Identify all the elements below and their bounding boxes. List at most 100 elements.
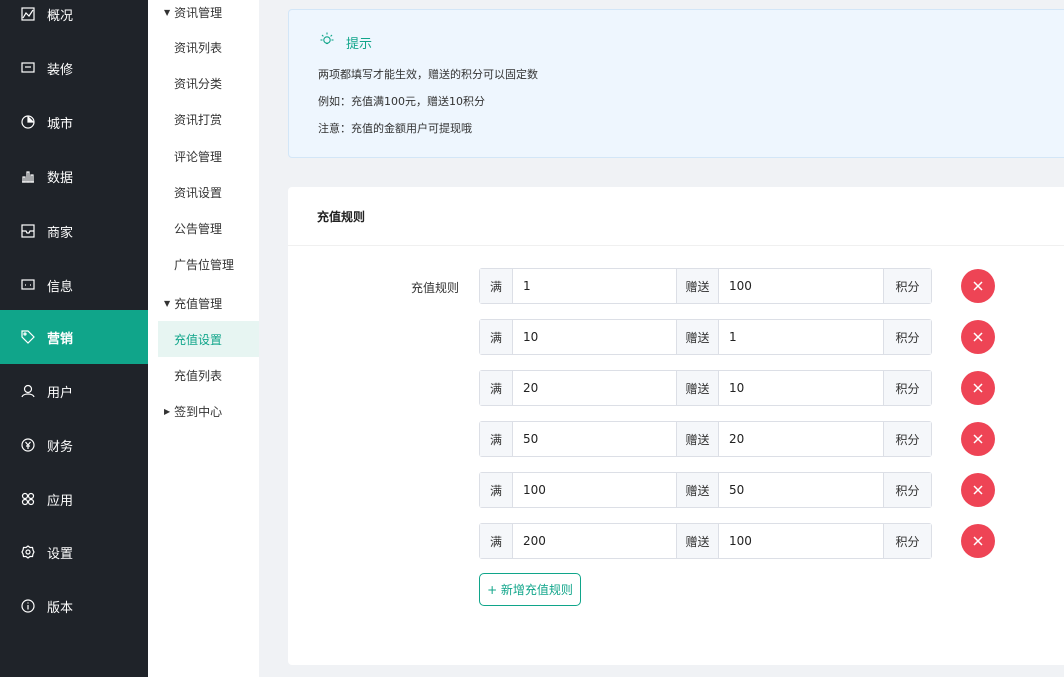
recharge-rules-card: 充值规则 充值规则 满 1 赠送 100 积分 满 10 赠送 1 积分 满 2… bbox=[288, 187, 1064, 665]
tip-line: 例如：充值满100元，赠送10积分 bbox=[318, 95, 485, 108]
submenu-item-label: 广告位管理 bbox=[174, 257, 235, 272]
submenu-item-comment-manage[interactable]: 评论管理 bbox=[158, 138, 259, 174]
delete-rule-button[interactable] bbox=[961, 320, 995, 354]
rule-row: 满 20 赠送 10 积分 bbox=[479, 370, 932, 406]
submenu-group-label: 充值管理 bbox=[174, 297, 223, 311]
submenu-item-recharge-settings[interactable]: 充值设置 bbox=[158, 321, 259, 357]
suffix-addon: 积分 bbox=[883, 320, 931, 354]
sidebar-item-info[interactable]: 信息 bbox=[0, 258, 148, 312]
submenu-group-label: 签到中心 bbox=[174, 405, 223, 419]
submenu-item-label: 评论管理 bbox=[174, 149, 223, 164]
tip-title: 提示 bbox=[346, 36, 373, 52]
rule-row: 满 200 赠送 100 积分 bbox=[479, 523, 932, 559]
sidebar-item-label: 应用 bbox=[47, 493, 74, 509]
main-sidebar: 概况 装修 城市 数据 商家 信息 营销 用户 财务 应用 设置 版本 bbox=[0, 0, 148, 677]
rule-row: 满 50 赠送 20 积分 bbox=[479, 421, 932, 457]
submenu-panel: ▼ 资讯管理 资讯列表 资讯分类 资讯打赏 评论管理 资讯设置 公告管理 广告位… bbox=[148, 0, 259, 677]
sidebar-item-user[interactable]: 用户 bbox=[0, 364, 148, 418]
sidebar-item-finance[interactable]: 财务 bbox=[0, 418, 148, 472]
sidebar-item-version[interactable]: 版本 bbox=[0, 579, 148, 633]
submenu-item-news-reward[interactable]: 资讯打赏 bbox=[158, 101, 259, 137]
close-icon bbox=[973, 281, 983, 291]
submenu-item-news-category[interactable]: 资讯分类 bbox=[158, 65, 259, 101]
add-rule-button[interactable]: + 新增充值规则 bbox=[479, 573, 581, 606]
submenu-item-label: 资讯列表 bbox=[174, 40, 223, 55]
full-amount-input[interactable]: 20 bbox=[513, 371, 676, 405]
sidebar-item-merchant[interactable]: 商家 bbox=[0, 204, 148, 258]
full-amount-input[interactable]: 10 bbox=[513, 320, 676, 354]
give-points-input[interactable]: 10 bbox=[719, 371, 883, 405]
sidebar-item-settings[interactable]: 设置 bbox=[0, 525, 148, 579]
prefix-addon: 满 bbox=[480, 269, 513, 303]
tag-icon bbox=[20, 329, 36, 345]
prefix-addon: 满 bbox=[480, 371, 513, 405]
sidebar-item-overview[interactable]: 概况 bbox=[0, 0, 148, 41]
sidebar-item-label: 装修 bbox=[47, 62, 74, 78]
submenu-item-label: 充值列表 bbox=[174, 368, 223, 383]
caret-down-icon: ▼ bbox=[164, 299, 171, 308]
give-addon: 赠送 bbox=[676, 371, 719, 405]
full-amount-input[interactable]: 50 bbox=[513, 422, 676, 456]
sidebar-item-city[interactable]: 城市 bbox=[0, 95, 148, 149]
suffix-addon: 积分 bbox=[883, 473, 931, 507]
delete-rule-button[interactable] bbox=[961, 371, 995, 405]
delete-rule-button[interactable] bbox=[961, 422, 995, 456]
sidebar-item-label: 财务 bbox=[47, 439, 74, 455]
delete-rule-button[interactable] bbox=[961, 524, 995, 558]
sidebar-item-decoration[interactable]: 装修 bbox=[0, 41, 148, 95]
prefix-addon: 满 bbox=[480, 524, 513, 558]
pie-chart-icon bbox=[20, 114, 36, 130]
close-icon bbox=[973, 332, 983, 342]
sidebar-item-label: 版本 bbox=[47, 600, 74, 616]
suffix-addon: 积分 bbox=[883, 269, 931, 303]
delete-rule-button[interactable] bbox=[961, 269, 995, 303]
submenu-group-recharge[interactable]: ▼ 充值管理 bbox=[164, 295, 222, 312]
sidebar-item-label: 用户 bbox=[47, 385, 74, 401]
sidebar-item-label: 城市 bbox=[47, 116, 74, 132]
delete-rule-button[interactable] bbox=[961, 473, 995, 507]
give-addon: 赠送 bbox=[676, 320, 719, 354]
rules-field-label: 充值规则 bbox=[411, 281, 460, 295]
close-icon bbox=[973, 434, 983, 444]
give-points-input[interactable]: 1 bbox=[719, 320, 883, 354]
caret-right-icon: ▶ bbox=[164, 407, 171, 416]
bar-chart-icon bbox=[20, 168, 36, 184]
full-amount-input[interactable]: 200 bbox=[513, 524, 676, 558]
submenu-item-notice-manage[interactable]: 公告管理 bbox=[158, 210, 259, 246]
submenu-item-ad-manage[interactable]: 广告位管理 bbox=[158, 246, 259, 282]
close-icon bbox=[973, 383, 983, 393]
suffix-addon: 积分 bbox=[883, 371, 931, 405]
submenu-item-label: 资讯打赏 bbox=[174, 112, 223, 127]
sidebar-item-data[interactable]: 数据 bbox=[0, 149, 148, 203]
lightbulb-icon bbox=[318, 31, 336, 53]
submenu-item-label: 资讯设置 bbox=[174, 185, 223, 200]
submenu-item-recharge-list[interactable]: 充值列表 bbox=[158, 357, 259, 393]
full-amount-input[interactable]: 1 bbox=[513, 269, 676, 303]
submenu-group-checkin[interactable]: ▶ 签到中心 bbox=[164, 403, 222, 420]
sidebar-item-label: 营销 bbox=[47, 331, 74, 347]
message-icon bbox=[20, 277, 36, 293]
give-points-input[interactable]: 20 bbox=[719, 422, 883, 456]
full-amount-input[interactable]: 100 bbox=[513, 473, 676, 507]
submenu-group-label: 资讯管理 bbox=[174, 6, 223, 20]
message-square-icon bbox=[20, 60, 36, 76]
rule-row: 满 10 赠送 1 积分 bbox=[479, 319, 932, 355]
card-title: 充值规则 bbox=[317, 210, 366, 224]
close-icon bbox=[973, 485, 983, 495]
sidebar-item-label: 设置 bbox=[47, 546, 74, 562]
suffix-addon: 积分 bbox=[883, 524, 931, 558]
sidebar-item-apps[interactable]: 应用 bbox=[0, 472, 148, 526]
sidebar-item-marketing[interactable]: 营销 bbox=[0, 310, 148, 364]
give-points-input[interactable]: 100 bbox=[719, 269, 883, 303]
yen-icon bbox=[20, 437, 36, 453]
give-addon: 赠送 bbox=[676, 473, 719, 507]
info-icon bbox=[20, 598, 36, 614]
submenu-group-news[interactable]: ▼ 资讯管理 bbox=[164, 4, 222, 21]
rule-row: 满 100 赠送 50 积分 bbox=[479, 472, 932, 508]
submenu-item-news-list[interactable]: 资讯列表 bbox=[158, 29, 259, 65]
give-points-input[interactable]: 50 bbox=[719, 473, 883, 507]
submenu-item-label: 公告管理 bbox=[174, 221, 223, 236]
give-points-input[interactable]: 100 bbox=[719, 524, 883, 558]
apps-icon bbox=[20, 491, 36, 507]
submenu-item-news-settings[interactable]: 资讯设置 bbox=[158, 174, 259, 210]
